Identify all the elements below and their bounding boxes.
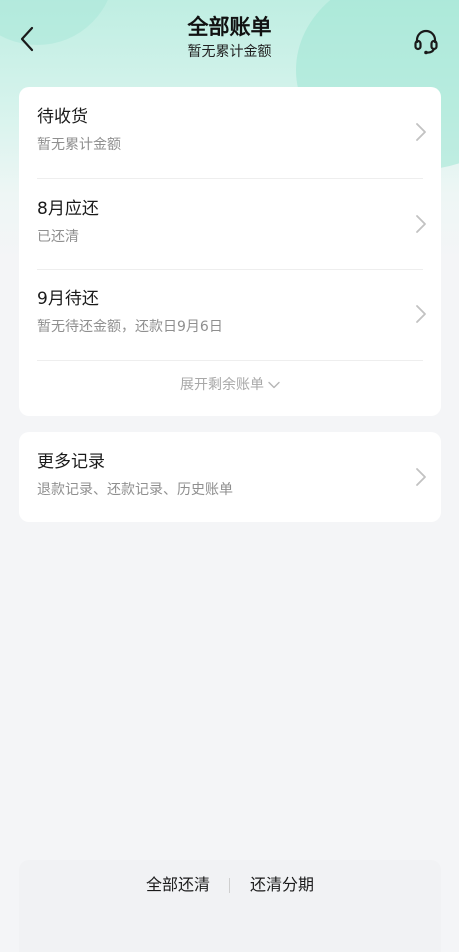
bill-row-subtitle: 已还清 bbox=[37, 229, 79, 245]
chevron-down-icon bbox=[268, 381, 280, 389]
bill-row-subtitle: 暂无待还金额，还款日9月6日 bbox=[37, 319, 223, 335]
pay-all-button[interactable]: 全部还清 bbox=[146, 874, 210, 896]
pay-off-installment-button[interactable]: 还清分期 bbox=[250, 874, 314, 896]
chevron-right-icon bbox=[416, 215, 426, 233]
bill-row-title: 9月待还 bbox=[37, 289, 99, 309]
bill-row-title: 8月应还 bbox=[37, 199, 99, 219]
footer-bar: 全部还清 还清分期 bbox=[19, 860, 441, 952]
customer-service-button[interactable] bbox=[411, 26, 441, 56]
row-divider bbox=[37, 360, 423, 361]
expand-remaining-bills-button[interactable]: 展开剩余账单 bbox=[19, 375, 441, 395]
page-title: 全部账单 bbox=[187, 15, 272, 39]
bill-row-pending-receipt[interactable]: 待收货 暂无累计金额 bbox=[37, 87, 426, 178]
header-title-block: 全部账单 暂无累计金额 bbox=[0, 12, 459, 62]
chevron-right-icon bbox=[416, 123, 426, 141]
bill-row-title: 待收货 bbox=[37, 107, 88, 127]
page-subtitle: 暂无累计金额 bbox=[187, 44, 272, 60]
bills-card: 待收货 暂无累计金额 8月应还 已还清 9月待还 暂无待还金额，还款日9月6日 … bbox=[19, 87, 441, 416]
chevron-right-icon bbox=[416, 305, 426, 323]
bill-row-september-pending[interactable]: 9月待还 暂无待还金额，还款日9月6日 bbox=[37, 269, 426, 360]
more-records-subtitle: 退款记录、还款记录、历史账单 bbox=[37, 482, 233, 498]
footer-separator bbox=[229, 878, 230, 893]
bill-row-subtitle: 暂无累计金额 bbox=[37, 137, 121, 153]
chevron-right-icon bbox=[416, 468, 426, 486]
more-records-title: 更多记录 bbox=[37, 452, 105, 472]
more-records-card: 更多记录 退款记录、还款记录、历史账单 bbox=[19, 432, 441, 522]
expand-label: 展开剩余账单 bbox=[180, 377, 264, 393]
more-records-row[interactable]: 更多记录 退款记录、还款记录、历史账单 bbox=[37, 432, 426, 523]
bill-row-august-due[interactable]: 8月应还 已还清 bbox=[37, 179, 426, 270]
headset-icon bbox=[414, 29, 438, 55]
